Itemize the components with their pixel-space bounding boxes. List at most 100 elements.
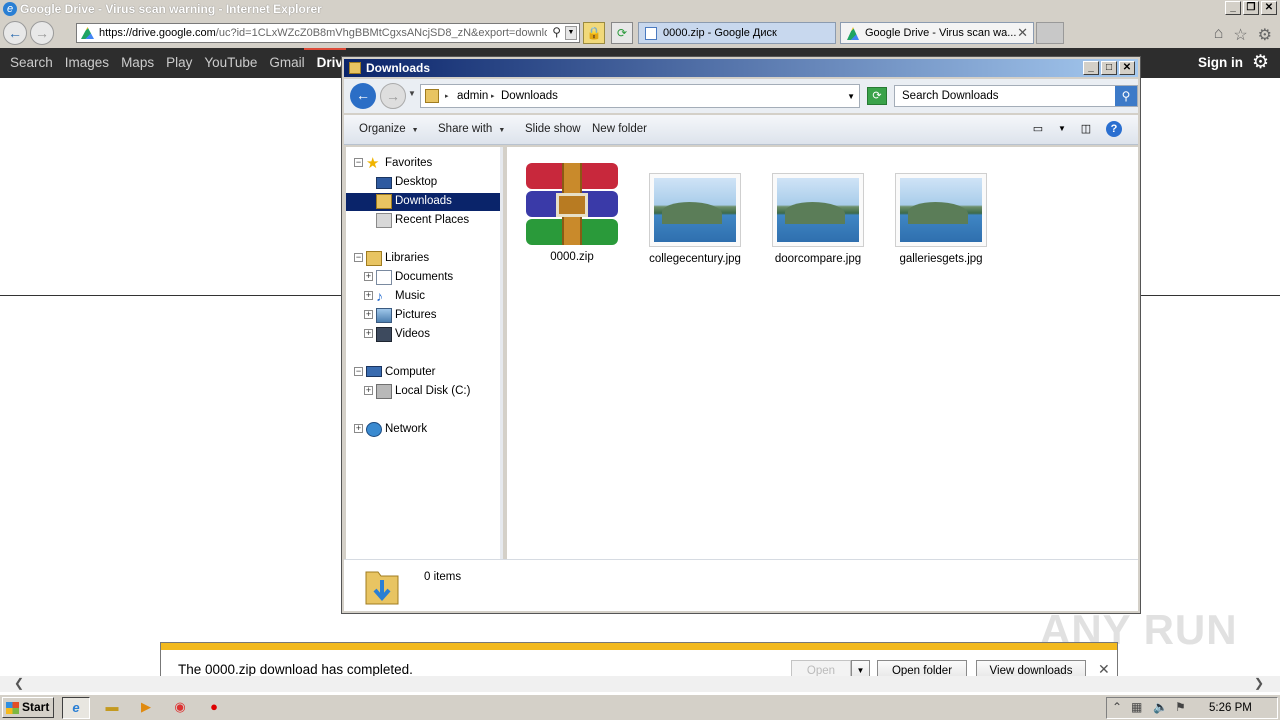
tree-computer[interactable]: − Computer <box>346 364 500 382</box>
show-hidden-icons-icon[interactable]: ⌃ <box>1112 700 1122 714</box>
back-arrow-icon[interactable]: ← <box>3 21 27 45</box>
pictures-icon <box>376 308 392 323</box>
search-icon[interactable]: ⚲ <box>552 25 561 39</box>
archive-buckle <box>556 193 588 217</box>
computer-icon <box>366 366 382 377</box>
file-item-jpg[interactable]: galleriesgets.jpg <box>887 159 995 265</box>
path-dropdown-icon[interactable]: ▼ <box>847 92 855 101</box>
link-play[interactable]: Play <box>166 55 192 70</box>
scroll-right-icon[interactable]: ❯ <box>1254 676 1264 690</box>
tree-libraries[interactable]: − Libraries <box>346 250 500 268</box>
expand-icon[interactable]: + <box>364 272 373 281</box>
tree-favorites[interactable]: − ★ Favorites <box>346 155 500 173</box>
address-bar[interactable]: https://drive.google.com/uc?id=1CLxWZcZ0… <box>76 23 580 43</box>
link-gmail[interactable]: Gmail <box>269 55 304 70</box>
refresh-go-icon[interactable]: ⟳ <box>867 87 887 105</box>
clock[interactable]: 5:26 PM <box>1209 702 1252 714</box>
tree-local-disk[interactable]: + Local Disk (C:) <box>346 383 500 401</box>
expand-icon[interactable]: + <box>364 386 373 395</box>
expand-icon[interactable]: + <box>364 329 373 338</box>
expand-icon[interactable]: + <box>364 291 373 300</box>
desktop-icon <box>376 177 392 189</box>
collapse-icon[interactable]: − <box>354 158 363 167</box>
breadcrumb-admin[interactable]: admin <box>457 90 488 102</box>
action-center-flag-icon[interactable]: ⚑ <box>1175 700 1186 714</box>
horizontal-scrollbar[interactable]: ❮ ❯ <box>0 676 1280 692</box>
tab-close-icon[interactable]: ✕ <box>1017 25 1028 41</box>
new-folder-button[interactable]: New folder <box>592 123 647 135</box>
minimize-button[interactable]: _ <box>1225 1 1241 15</box>
tree-recent-places[interactable]: Recent Places <box>346 212 500 230</box>
forward-arrow-icon[interactable]: → <box>30 21 54 45</box>
settings-gear-icon[interactable]: ⚙ <box>1252 51 1269 74</box>
explorer-forward-icon[interactable]: → <box>380 83 406 109</box>
start-button[interactable]: Start <box>2 697 54 718</box>
help-icon[interactable]: ? <box>1106 121 1122 137</box>
sign-in-link[interactable]: Sign in <box>1198 55 1243 70</box>
refresh-icon[interactable]: ⟳ <box>611 22 633 44</box>
explorer-minimize-button[interactable]: _ <box>1083 61 1099 75</box>
link-images[interactable]: Images <box>65 55 109 70</box>
chrome-icon[interactable]: ◉ <box>166 697 194 719</box>
volume-icon[interactable]: 🔈 <box>1153 700 1168 714</box>
tree-music[interactable]: + ♪ Music <box>346 288 500 306</box>
collapse-icon[interactable]: − <box>354 253 363 262</box>
start-label: Start <box>22 700 50 714</box>
change-view-icon[interactable]: ▭ <box>1030 121 1046 137</box>
explorer-back-icon[interactable]: ← <box>350 83 376 109</box>
explorer-maximize-button[interactable]: □ <box>1101 61 1117 75</box>
organize-button[interactable]: Organize ▼ <box>359 123 419 135</box>
internet-explorer-icon[interactable]: e <box>62 697 90 719</box>
scroll-left-icon[interactable]: ❮ <box>14 676 24 690</box>
link-search[interactable]: Search <box>10 55 53 70</box>
share-with-button[interactable]: Share with ▼ <box>438 123 505 135</box>
tab-virus-scan-warning[interactable]: Google Drive - Virus scan wa... ✕ <box>840 22 1034 44</box>
file-item-jpg[interactable]: collegecentury.jpg <box>641 159 749 265</box>
collapse-icon[interactable]: − <box>354 367 363 376</box>
view-dropdown-icon[interactable]: ▼ <box>1058 121 1066 137</box>
tools-gear-icon[interactable]: ⚙ <box>1258 25 1272 45</box>
google-drive-favicon-icon <box>81 27 94 39</box>
winrar-archive-icon <box>526 163 618 245</box>
explorer-search-box[interactable]: Search Downloads ⚲ <box>894 85 1138 107</box>
file-item-zip[interactable]: 0000.zip <box>518 159 626 263</box>
tree-videos[interactable]: + Videos <box>346 326 500 344</box>
file-item-jpg[interactable]: doorcompare.jpg <box>764 159 872 265</box>
tree-pictures[interactable]: + Pictures <box>346 307 500 325</box>
search-icon[interactable]: ⚲ <box>1115 86 1137 106</box>
tree-network[interactable]: + Network <box>346 421 500 439</box>
chevron-down-icon: ▼ <box>498 127 506 134</box>
link-maps[interactable]: Maps <box>121 55 154 70</box>
tree-downloads[interactable]: Downloads <box>346 193 500 211</box>
home-icon[interactable]: ⌂ <box>1214 25 1224 45</box>
google-links: Search Images Maps Play YouTube Gmail Dr… <box>10 55 350 70</box>
breadcrumb-arrow-icon[interactable]: ▸ <box>491 92 495 100</box>
expand-icon[interactable]: + <box>364 310 373 319</box>
breadcrumb-arrow-icon[interactable]: ▸ <box>445 92 449 100</box>
favorites-star-icon[interactable]: ☆ <box>1233 25 1247 45</box>
preview-pane-icon[interactable]: ◫ <box>1078 121 1094 137</box>
explorer-close-button[interactable]: ✕ <box>1119 61 1135 75</box>
explorer-title-bar: Downloads _ □ ✕ <box>344 59 1138 77</box>
lock-icon[interactable]: 🔒 <box>583 22 605 44</box>
tree-desktop[interactable]: Desktop <box>346 174 500 192</box>
tree-label: Libraries <box>385 252 430 264</box>
security-warning-icon[interactable]: ● <box>200 697 228 719</box>
explorer-folder-icon[interactable]: ▬ <box>98 697 126 719</box>
landscape-image <box>777 178 859 242</box>
tree-documents[interactable]: + Documents <box>346 269 500 287</box>
explorer-path-bar[interactable]: ▸ admin ▸ Downloads ▼ <box>420 84 860 108</box>
breadcrumb-downloads[interactable]: Downloads <box>501 90 558 102</box>
restore-button[interactable]: ❐ <box>1243 1 1259 15</box>
address-dropdown-icon[interactable]: ▼ <box>565 26 577 40</box>
link-youtube[interactable]: YouTube <box>204 55 257 70</box>
tab-zip-google-disk[interactable]: 0000.zip - Google Диск <box>638 22 836 44</box>
close-button[interactable]: ✕ <box>1261 1 1277 15</box>
new-tab-button[interactable] <box>1036 22 1064 44</box>
recent-pages-dropdown-icon[interactable]: ▼ <box>408 89 416 98</box>
taskbar: Start e ▬ ▶ ◉ ● ⌃ ▦ 🔈 ⚑ 5:26 PM <box>0 694 1280 720</box>
media-player-icon[interactable]: ▶ <box>132 697 160 719</box>
network-tray-icon[interactable]: ▦ <box>1131 700 1142 714</box>
slide-show-button[interactable]: Slide show <box>525 123 581 135</box>
expand-icon[interactable]: + <box>354 424 363 433</box>
